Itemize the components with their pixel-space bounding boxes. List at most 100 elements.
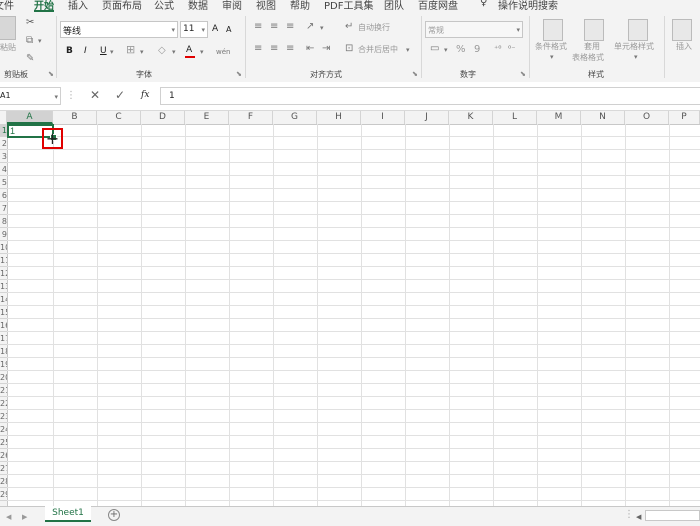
row-header[interactable]: 3 [0,150,7,163]
increase-decimal-icon[interactable]: ⁺⁰ [494,44,501,54]
increase-indent-icon[interactable]: ⇥ [322,44,330,54]
column-header-D[interactable]: D [141,111,185,124]
column-header-C[interactable]: C [97,111,141,124]
tell-me-search[interactable]: 操作说明搜索 [498,0,558,12]
align-top-icon[interactable]: ≡ [254,22,262,32]
row-header[interactable]: 6 [0,189,7,202]
row-header[interactable]: 9 [0,228,7,241]
column-header-K[interactable]: K [449,111,493,124]
cancel-icon[interactable]: ✕ [90,89,100,101]
format-as-table-l1[interactable]: 套用 [584,41,600,52]
row-header[interactable]: 23 [0,410,7,423]
row-header[interactable]: 17 [0,332,7,345]
row-header[interactable]: 14 [0,293,7,306]
copy-dropdown-icon[interactable]: ▾ [38,36,42,46]
row-header[interactable]: 22 [0,397,7,410]
row-header[interactable]: 8 [0,215,7,228]
column-header-F[interactable]: F [229,111,273,124]
menu-formulas[interactable]: 公式 [154,0,174,12]
row-header[interactable]: 16 [0,319,7,332]
accounting-dropdown-icon[interactable]: ▾ [444,45,448,55]
name-box[interactable]: A1 ▾ [0,87,61,105]
menu-review[interactable]: 审阅 [222,0,242,12]
row-header[interactable]: 20 [0,371,7,384]
menu-page-layout[interactable]: 页面布局 [102,0,142,12]
column-header-I[interactable]: I [361,111,405,124]
menu-team[interactable]: 团队 [384,0,404,12]
orientation-dropdown-icon[interactable]: ▾ [320,23,324,33]
merge-center-button[interactable]: 合并后居中 [358,44,398,55]
phonetic-dropdown-icon[interactable]: wén [216,47,230,57]
underline-button[interactable]: U [100,46,107,56]
accounting-format-icon[interactable]: ▭ [430,44,439,54]
insert-function-button[interactable]: fx [141,90,149,100]
menu-view[interactable]: 视图 [256,0,276,12]
column-header-L[interactable]: L [493,111,537,124]
format-as-table-l2[interactable]: 表格格式 [572,52,604,63]
align-center-icon[interactable]: ≡ [270,44,278,54]
enter-icon[interactable]: ✓ [115,89,125,101]
row-header[interactable]: 1 [0,124,7,137]
row-header[interactable]: 29 [0,488,7,501]
font-name-dropdown[interactable]: 等线 ▾ [60,21,178,38]
clipboard-launcher-icon[interactable]: ⬊ [48,70,54,78]
column-header-B[interactable]: B [53,111,97,124]
decrease-indent-icon[interactable]: ⇤ [306,44,314,54]
wrap-text-button[interactable]: 自动换行 [358,22,390,33]
alignment-launcher-icon[interactable]: ⬊ [412,70,418,78]
number-format-dropdown[interactable]: 常规 ▾ [425,21,523,38]
bold-button[interactable]: B [66,46,73,56]
cut-icon[interactable]: ✂ [26,18,34,28]
row-header[interactable]: 26 [0,449,7,462]
cell-grid[interactable]: 1 + [7,124,700,506]
percent-button[interactable]: % [456,44,466,55]
number-launcher-icon[interactable]: ⬊ [520,70,526,78]
row-header[interactable]: 15 [0,306,7,319]
wrap-text-icon[interactable]: ↵ [345,22,353,32]
scroll-right-icon[interactable]: ▶ [22,512,27,522]
row-header[interactable]: 5 [0,176,7,189]
formula-input[interactable]: 1 [160,87,700,105]
select-all-corner[interactable] [0,111,7,124]
insert-cells-icon[interactable] [672,19,692,41]
italic-button[interactable]: I [84,46,87,56]
row-header[interactable]: 7 [0,202,7,215]
fill-dropdown-icon[interactable]: ▾ [172,47,176,57]
conditional-format-button[interactable]: 条件格式 [535,41,567,52]
row-header[interactable]: 10 [0,241,7,254]
row-header[interactable]: 2 [0,137,7,150]
row-header[interactable]: 18 [0,345,7,358]
cell-styles-icon[interactable] [628,19,648,41]
row-header[interactable]: 21 [0,384,7,397]
paste-button[interactable]: 粘贴 [0,42,16,53]
menu-file[interactable]: 文件 [0,0,14,12]
row-header[interactable]: 24 [0,423,7,436]
insert-cells-button[interactable]: 插入 [676,41,692,52]
decrease-decimal-icon[interactable]: ⁰⁻ [508,44,515,54]
format-painter-icon[interactable]: ✎ [26,54,34,64]
orientation-icon[interactable]: ↗ [306,22,314,32]
font-color-dropdown-icon[interactable]: ▾ [200,47,204,57]
sheet-tab-active[interactable]: Sheet1 [45,506,91,522]
scroll-left-icon[interactable]: ◀ [6,512,11,522]
borders-dropdown-icon[interactable]: ▾ [140,47,144,57]
row-header[interactable]: 25 [0,436,7,449]
font-size-dropdown[interactable]: 11 ▾ [180,21,208,38]
comma-style-button[interactable]: 9 [474,44,480,55]
conditional-format-icon[interactable] [543,19,563,41]
borders-icon[interactable]: ⊞ [126,44,135,55]
font-launcher-icon[interactable]: ⬊ [236,70,242,78]
align-left-icon[interactable]: ≡ [254,44,262,54]
menu-help[interactable]: 帮助 [290,0,310,12]
row-header[interactable]: 13 [0,280,7,293]
font-color-button[interactable]: A [186,45,192,55]
column-header-N[interactable]: N [581,111,625,124]
copy-icon[interactable]: ⧉ [26,36,33,46]
row-header[interactable]: 27 [0,462,7,475]
merge-center-icon[interactable]: ⊡ [345,44,353,54]
column-header-G[interactable]: G [273,111,317,124]
shrink-font-button[interactable]: A [226,25,231,34]
column-header-H[interactable]: H [317,111,361,124]
menu-data[interactable]: 数据 [188,0,208,12]
hscroll-left-icon[interactable]: ◀ [636,512,641,522]
